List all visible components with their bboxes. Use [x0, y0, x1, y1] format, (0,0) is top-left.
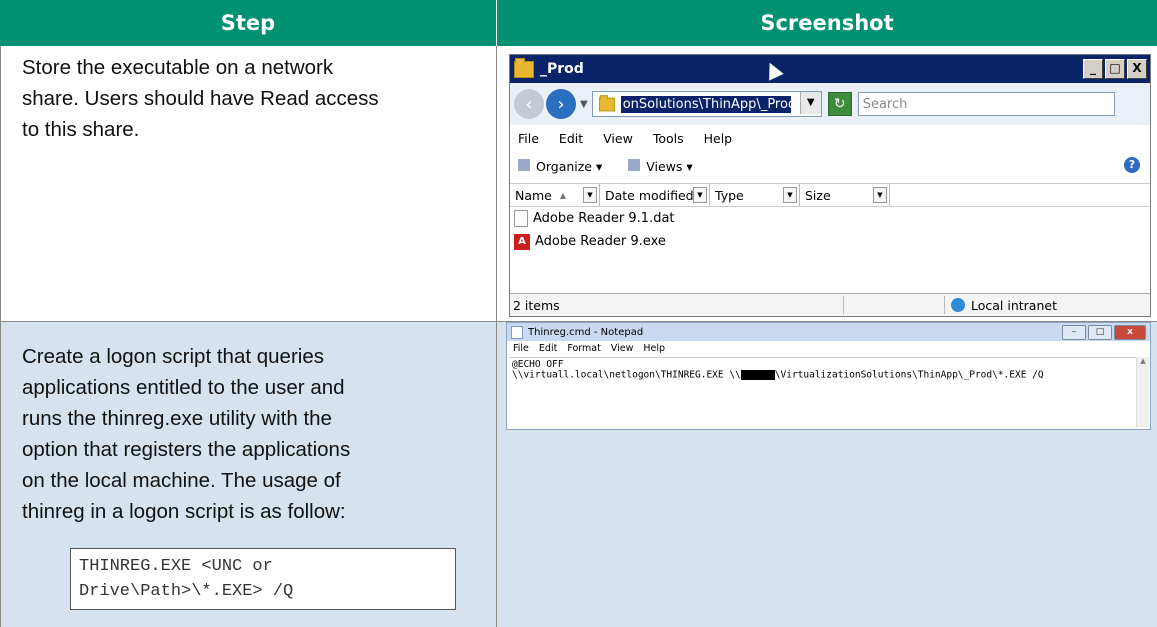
maximize-button[interactable]: □: [1105, 59, 1125, 79]
explorer-titlebar: _Prod _ □ X: [510, 55, 1150, 83]
notepad-window-screenshot: Thinreg.cmd - Notepad – □ x File Edit Fo…: [506, 322, 1151, 430]
redaction-box: [740, 370, 775, 380]
step-line: applications entitled to the user and: [22, 376, 345, 399]
code-line: THINREG.EXE <UNC or: [79, 557, 273, 576]
column-divider: [496, 46, 497, 627]
column-size[interactable]: Size ▼: [800, 184, 890, 206]
menu-bar: File Edit View Tools Help: [510, 125, 1150, 151]
script-line: \\virtuall.local\netlogon\THINREG.EXE \\…: [512, 370, 1133, 381]
step-line: to this share.: [22, 118, 140, 141]
status-bar: 2 items Local intranet: [510, 293, 1150, 316]
header-screenshot: Screenshot: [497, 0, 1157, 46]
menu-view[interactable]: View: [603, 131, 633, 146]
minimize-button[interactable]: _: [1083, 59, 1103, 79]
status-spacer: [843, 296, 945, 314]
column-label: Size: [805, 187, 831, 203]
organize-icon: [518, 158, 530, 171]
notepad-titlebar: Thinreg.cmd - Notepad – □ x: [507, 323, 1150, 341]
back-button[interactable]: ‹: [514, 89, 544, 119]
vertical-scrollbar[interactable]: ▲: [1136, 357, 1149, 427]
notepad-title: Thinreg.cmd - Notepad: [528, 326, 644, 338]
column-type[interactable]: Type ▼: [710, 184, 800, 206]
forward-button[interactable]: ›: [546, 89, 576, 119]
step-line: thinreg in a logon script is as follow:: [22, 500, 346, 523]
window-controls: – □ x: [1062, 325, 1146, 340]
step-2-text: Create a logon script that queries appli…: [22, 341, 482, 527]
step-line: share. Users should have Read access: [22, 87, 379, 110]
views-icon: [628, 158, 641, 171]
close-button[interactable]: x: [1114, 325, 1146, 340]
sort-up-icon: ▲: [559, 190, 567, 200]
window-controls: _ □ X: [1083, 59, 1147, 79]
menu-format[interactable]: Format: [567, 343, 600, 354]
folder-icon: [514, 57, 534, 78]
close-button[interactable]: X: [1127, 59, 1147, 79]
table-left-border: [0, 46, 1, 627]
step-line: Store the executable on a network: [22, 56, 334, 79]
explorer-window-screenshot: _Prod _ □ X ‹ › ▼ onSolutions\ThinApp\_P…: [509, 54, 1151, 317]
menu-edit[interactable]: Edit: [539, 343, 557, 354]
intranet-globe-icon: [951, 298, 965, 312]
step-line: Create a logon script that queries: [22, 345, 324, 368]
views-label: Views ▾: [646, 158, 693, 174]
step-line: runs the thinreg.exe utility with the: [22, 407, 332, 430]
address-value: onSolutions\ThinApp\_Prod: [620, 95, 791, 113]
menu-file[interactable]: File: [518, 131, 539, 146]
notepad-icon: [511, 325, 523, 339]
status-zone: Local intranet: [945, 298, 1057, 313]
code-line: Drive\Path>\*.EXE> /Q: [79, 582, 294, 601]
adobe-reader-icon: A: [514, 233, 530, 250]
file-icon: [514, 210, 528, 227]
history-dropdown-icon[interactable]: ▼: [580, 99, 588, 110]
search-input[interactable]: Search: [857, 92, 1115, 116]
zone-label: Local intranet: [971, 297, 1057, 313]
window-title: _Prod: [540, 61, 584, 77]
organize-label: Organize ▾: [536, 158, 603, 174]
column-date-modified[interactable]: Date modified ▼: [600, 184, 710, 206]
step-1-text: Store the executable on a network share.…: [22, 52, 482, 145]
menu-file[interactable]: File: [513, 343, 529, 354]
column-label: Date modified: [605, 187, 694, 203]
column-label: Name: [515, 187, 552, 203]
column-dropdown-icon[interactable]: ▼: [693, 187, 707, 203]
refresh-button[interactable]: ↻: [827, 92, 852, 116]
file-name: Adobe Reader 9.exe: [535, 234, 666, 249]
address-bar-row: ‹ › ▼ onSolutions\ThinApp\_Prod ▼ ↻ Sear…: [510, 83, 1150, 125]
organize-button[interactable]: Organize ▾: [518, 158, 603, 174]
column-dropdown-icon[interactable]: ▼: [583, 187, 597, 203]
address-field[interactable]: onSolutions\ThinApp\_Prod ▼: [591, 91, 822, 117]
status-item-count: 2 items: [513, 297, 560, 313]
file-row[interactable]: Adobe Reader 9.1.dat: [510, 207, 1150, 230]
minimize-button[interactable]: –: [1062, 325, 1086, 340]
column-label: Type: [715, 187, 744, 203]
column-name[interactable]: Name ▲ ▼: [510, 184, 600, 206]
toolbar: Organize ▾ Views ▾ ?: [510, 151, 1150, 181]
script-text: \\virtuall.local\netlogon\THINREG.EXE \\: [512, 369, 741, 381]
maximize-button[interactable]: □: [1088, 325, 1112, 340]
address-dropdown-icon[interactable]: ▼: [799, 92, 821, 114]
script-text: \VirtualizationSolutions\ThinApp\_Prod\*…: [774, 369, 1044, 381]
step-screenshot-table: Step Screenshot Store the executable on …: [0, 0, 1157, 627]
menu-help[interactable]: Help: [704, 131, 733, 146]
script-line: @ECHO OFF: [512, 359, 564, 370]
menu-tools[interactable]: Tools: [653, 131, 684, 146]
folder-icon: [598, 94, 615, 111]
column-dropdown-icon[interactable]: ▼: [873, 187, 887, 203]
help-icon[interactable]: ?: [1124, 157, 1140, 173]
menu-view[interactable]: View: [611, 343, 634, 354]
column-headers: Name ▲ ▼ Date modified ▼ Type ▼ Size ▼: [510, 183, 1150, 207]
file-row[interactable]: A Adobe Reader 9.exe: [510, 230, 1150, 253]
step-line: option that registers the applications: [22, 438, 351, 461]
code-block: THINREG.EXE <UNC or Drive\Path>\*.EXE> /…: [70, 548, 456, 610]
menu-help[interactable]: Help: [643, 343, 665, 354]
menu-edit[interactable]: Edit: [559, 131, 583, 146]
header-step: Step: [0, 0, 496, 46]
notepad-menu-bar: File Edit Format View Help: [507, 341, 1150, 355]
views-button[interactable]: Views ▾: [628, 158, 693, 174]
step-line: on the local machine. The usage of: [22, 469, 341, 492]
column-dropdown-icon[interactable]: ▼: [783, 187, 797, 203]
notepad-text-area[interactable]: @ECHO OFF \\virtuall.local\netlogon\THINR…: [509, 357, 1136, 427]
mouse-cursor-icon: [762, 59, 784, 81]
file-name: Adobe Reader 9.1.dat: [533, 211, 675, 226]
